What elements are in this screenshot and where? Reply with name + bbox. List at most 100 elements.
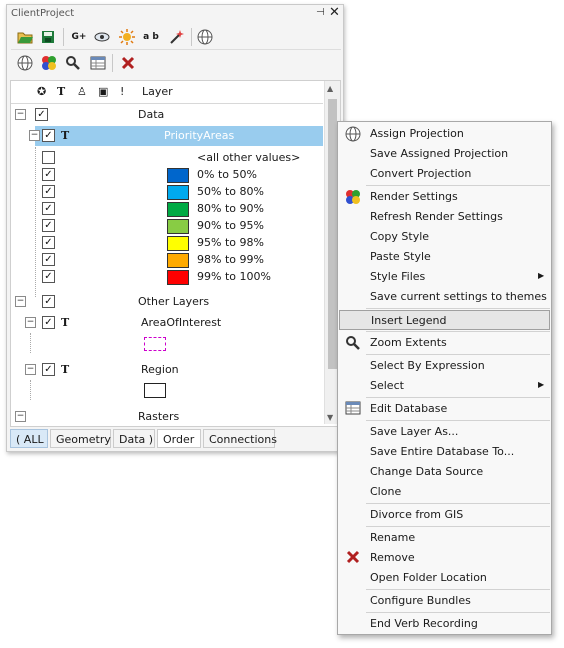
menu-separator xyxy=(366,589,550,590)
scroll-up-icon[interactable]: ▲ xyxy=(327,84,333,93)
search-icon[interactable] xyxy=(63,53,83,73)
globe-icon[interactable] xyxy=(15,53,35,73)
scroll-thumb[interactable] xyxy=(328,99,337,369)
labels-toggle[interactable]: T xyxy=(61,129,69,142)
tab-order[interactable]: Order xyxy=(157,429,201,448)
globe-icon[interactable] xyxy=(195,27,215,47)
menu-item-convert-projection[interactable]: Convert Projection xyxy=(339,164,550,184)
menu-item-clone[interactable]: Clone xyxy=(339,482,550,502)
collapse-toggle[interactable]: − xyxy=(25,364,36,375)
menu-item-select[interactable]: Select ▶ xyxy=(339,376,550,396)
value-checkbox[interactable]: ✓ xyxy=(42,168,55,181)
visibility-checkbox[interactable]: ✓ xyxy=(42,129,55,142)
menu-item-save-layer-as[interactable]: Save Layer As... xyxy=(339,422,550,442)
search-icon xyxy=(345,335,361,351)
labels-toggle[interactable]: T xyxy=(61,316,69,329)
label-column-header[interactable]: T xyxy=(57,85,65,98)
collapse-toggle[interactable]: − xyxy=(15,296,26,307)
menu-item-label: Select By Expression xyxy=(370,359,485,372)
table-icon[interactable] xyxy=(88,53,108,73)
close-icon[interactable]: ✕ xyxy=(329,5,340,20)
open-folder-icon[interactable] xyxy=(15,27,35,47)
view-icon[interactable] xyxy=(92,27,112,47)
tab-connections[interactable]: Connections xyxy=(203,429,277,448)
menu-item-assign-projection[interactable]: Assign Projection xyxy=(339,124,550,144)
menu-item-rename[interactable]: Rename xyxy=(339,528,550,548)
menu-item-select-by-expression[interactable]: Select By Expression xyxy=(339,356,550,376)
menu-item-label: Save Layer As... xyxy=(370,425,459,438)
warning-column-header[interactable]: ! xyxy=(120,85,124,98)
menu-item-save-assigned-projection[interactable]: Save Assigned Projection xyxy=(339,144,550,164)
menu-item-style-files[interactable]: Style Files ▶ xyxy=(339,267,550,287)
tab-geometry[interactable]: Geometry xyxy=(50,429,111,448)
menu-item-remove[interactable]: Remove xyxy=(339,548,550,568)
menu-item-label: Insert Legend xyxy=(371,314,447,327)
menu-item-label: Select xyxy=(370,379,404,392)
menu-separator xyxy=(366,503,550,504)
labels-toggle[interactable]: T xyxy=(61,363,69,376)
tab-data[interactable]: Data ) xyxy=(113,429,155,448)
menu-item-insert-legend[interactable]: Insert Legend xyxy=(339,310,550,330)
menu-item-refresh-render-settings[interactable]: Refresh Render Settings xyxy=(339,207,550,227)
collapse-toggle[interactable]: − xyxy=(15,411,26,422)
legend-label: 80% to 90% xyxy=(197,202,264,215)
collapse-toggle[interactable]: − xyxy=(29,130,40,141)
add-layer-icon[interactable]: G+ xyxy=(69,27,89,47)
value-checkbox[interactable]: ✓ xyxy=(42,219,55,232)
menu-item-label: Change Data Source xyxy=(370,465,484,478)
menu-item-save-entire-database[interactable]: Save Entire Database To... xyxy=(339,442,550,462)
value-checkbox[interactable]: ✓ xyxy=(42,270,55,283)
layer-column-header[interactable]: Layer xyxy=(142,85,173,98)
sun-icon[interactable] xyxy=(117,27,137,47)
menu-item-save-settings-to-themes[interactable]: Save current settings to themes xyxy=(339,287,550,307)
tree-row-data-group[interactable]: − ✓ Data xyxy=(11,105,323,125)
legend-label: 90% to 95% xyxy=(197,219,264,232)
scroll-down-icon[interactable]: ▼ xyxy=(327,413,333,422)
menu-item-label: Paste Style xyxy=(370,250,431,263)
legend-label: 95% to 98% xyxy=(197,236,264,249)
table-icon xyxy=(345,401,361,417)
visibility-checkbox[interactable]: ✓ xyxy=(35,108,48,121)
tree-row-rasters-group[interactable]: − Rasters xyxy=(11,407,323,426)
value-checkbox[interactable]: ✓ xyxy=(42,202,55,215)
visibility-checkbox[interactable]: ✓ xyxy=(42,363,55,376)
collapse-toggle[interactable]: − xyxy=(15,109,26,120)
lock-column-icon[interactable]: ♙ xyxy=(77,85,87,98)
menu-item-zoom-extents[interactable]: Zoom Extents xyxy=(339,333,550,353)
menu-item-copy-style[interactable]: Copy Style xyxy=(339,227,550,247)
tree-row-region[interactable]: − ✓ T Region xyxy=(11,360,323,380)
save-icon[interactable] xyxy=(38,27,58,47)
tree-row-area-of-interest[interactable]: − ✓ T AreaOfInterest xyxy=(11,313,323,333)
pin-icon[interactable]: ⊣ xyxy=(316,7,325,18)
menu-item-label: Configure Bundles xyxy=(370,594,471,607)
menu-item-edit-database[interactable]: Edit Database xyxy=(339,399,550,419)
tree-row-priority-areas[interactable]: − ✓ T PriorityAreas xyxy=(29,126,323,146)
legend-swatch xyxy=(167,219,189,234)
label-icon[interactable]: a b xyxy=(141,27,161,47)
submenu-arrow-icon: ▶ xyxy=(538,271,545,280)
save-column-icon[interactable]: ▣ xyxy=(98,85,108,98)
tree-row-other-layers-group[interactable]: − ✓ Other Layers xyxy=(11,292,323,312)
menu-item-divorce-from-gis[interactable]: Divorce from GIS xyxy=(339,505,550,525)
tab-all[interactable]: ( ALL xyxy=(10,429,48,448)
menu-item-open-folder-location[interactable]: Open Folder Location xyxy=(339,568,550,588)
value-checkbox[interactable] xyxy=(42,151,55,164)
menu-item-end-verb-recording[interactable]: End Verb Recording xyxy=(339,614,550,634)
visibility-checkbox[interactable]: ✓ xyxy=(42,295,55,308)
remove-icon[interactable] xyxy=(118,53,138,73)
menu-item-label: Assign Projection xyxy=(370,127,464,140)
legend-row[interactable]: ✓ 99% to 100% xyxy=(11,267,323,287)
render-icon[interactable] xyxy=(39,53,59,73)
menu-item-paste-style[interactable]: Paste Style xyxy=(339,247,550,267)
value-checkbox[interactable]: ✓ xyxy=(42,253,55,266)
menu-item-change-data-source[interactable]: Change Data Source xyxy=(339,462,550,482)
visibility-checkbox[interactable]: ✓ xyxy=(42,316,55,329)
magic-wand-icon[interactable] xyxy=(166,27,186,47)
menu-item-render-settings[interactable]: Render Settings xyxy=(339,187,550,207)
collapse-toggle[interactable]: − xyxy=(25,317,36,328)
value-checkbox[interactable]: ✓ xyxy=(42,185,55,198)
value-checkbox[interactable]: ✓ xyxy=(42,236,55,249)
menu-item-configure-bundles[interactable]: Configure Bundles xyxy=(339,591,550,611)
layer-label: Region xyxy=(141,363,179,376)
visibility-column-icon[interactable]: ✪ xyxy=(37,85,46,98)
